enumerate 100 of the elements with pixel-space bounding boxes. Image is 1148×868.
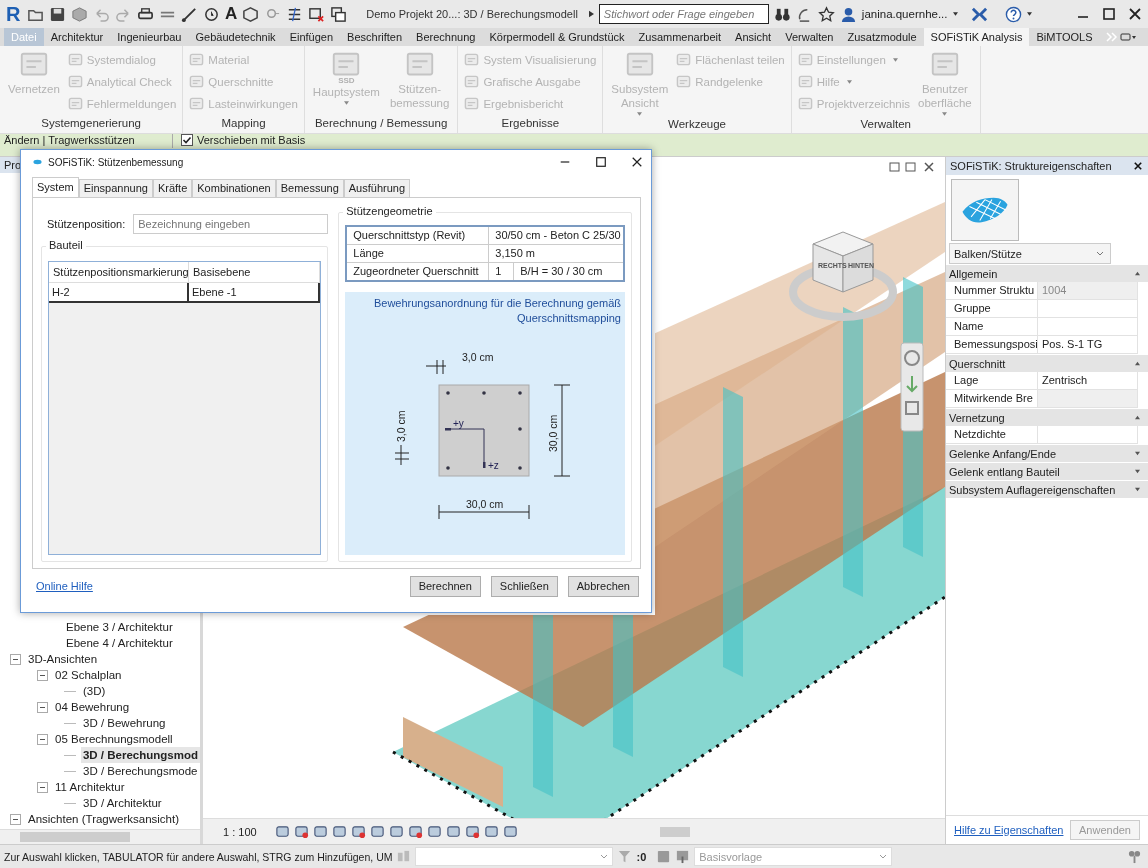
- scale-label[interactable]: 1 : 100: [223, 825, 271, 838]
- collapse-arrow-icon[interactable]: [1135, 361, 1140, 366]
- navigation-bar[interactable]: [900, 342, 924, 432]
- tree-item[interactable]: 3D / Berechungsmod: [80, 747, 200, 763]
- ribbon-tab[interactable]: Zusatzmodule: [840, 28, 924, 46]
- property-section-header[interactable]: Vernetzung: [946, 408, 1148, 426]
- type-dropdown[interactable]: Balken/Stütze: [949, 243, 1111, 264]
- ribbon-tab[interactable]: Berechnung: [409, 28, 483, 46]
- dialog-button[interactable]: Schließen: [490, 575, 558, 597]
- status-hint: Zur Auswahl klicken, TABULATOR für andere Auswahl, STRG zum Hinzufügen, UM: [4, 850, 393, 863]
- switch-windows-icon[interactable]: [330, 5, 348, 23]
- dialog-button[interactable]: Berechnen: [409, 575, 481, 597]
- collapse-toggle-icon[interactable]: [37, 781, 48, 793]
- collapse-toggle-icon[interactable]: [37, 669, 48, 681]
- tree-item[interactable]: 3D / Bewehrung: [81, 715, 168, 731]
- ribbon-tab[interactable]: Ansicht: [728, 28, 779, 46]
- collapse-arrow-icon[interactable]: [1135, 487, 1140, 492]
- tree-item[interactable]: 3D / Architektur: [81, 795, 164, 811]
- collapse-toggle-icon[interactable]: [10, 653, 21, 665]
- tree-item[interactable]: 3D-Ansichten: [26, 651, 100, 667]
- ribbon-tab[interactable]: Ingenieurbau: [110, 28, 189, 46]
- design-options-icon[interactable]: [675, 849, 691, 864]
- table-cell-text: B/H = 30 / 30 cm: [519, 264, 604, 279]
- collapse-toggle-icon[interactable]: [37, 701, 48, 713]
- property-section-header[interactable]: Querschnitt: [946, 354, 1148, 372]
- collapse-arrow-icon[interactable]: [1135, 451, 1140, 456]
- maximize-icon[interactable]: [595, 156, 607, 168]
- close-icon[interactable]: [631, 156, 643, 168]
- ribbon-tab[interactable]: Körpermodell & Grundstück: [482, 28, 632, 46]
- property-label: Gruppe: [946, 300, 1038, 317]
- caret-icon[interactable]: [952, 12, 958, 16]
- close-icon[interactable]: [1134, 162, 1142, 170]
- window-title: Demo Projekt 20...: 3D / Berechungsmodell: [366, 8, 578, 20]
- tree-item[interactable]: Ebene 4 / Architektur: [64, 635, 175, 651]
- axis-label: +y: [453, 418, 465, 429]
- star-icon[interactable]: [817, 5, 835, 23]
- help-icon[interactable]: [1004, 5, 1022, 23]
- position-field[interactable]: Bezeichnung eingeben: [133, 214, 329, 234]
- cube-icon[interactable]: [242, 5, 260, 23]
- close-icon[interactable]: [1128, 7, 1142, 21]
- property-label: Bemessungsposi: [946, 336, 1038, 353]
- ribbon-group-title: Werkzeuge: [667, 117, 727, 132]
- tree-item[interactable]: 11 Architektur: [53, 779, 127, 795]
- caret-icon[interactable]: [1026, 12, 1032, 16]
- collapse-toggle-icon[interactable]: [37, 733, 48, 745]
- collapse-arrow-icon[interactable]: [1135, 415, 1140, 420]
- tree-item[interactable]: 02 Schalplan: [53, 667, 124, 683]
- property-section-header[interactable]: Gelenke Anfang/Ende: [946, 444, 1148, 462]
- scrollbar[interactable]: [0, 829, 200, 844]
- user-name[interactable]: janina.quernhe...: [861, 8, 948, 20]
- help-link[interactable]: Hilfe zu Eigenschaften: [954, 824, 1064, 836]
- ribbon-tab[interactable]: Einfügen: [282, 28, 341, 46]
- expand-icon[interactable]: [588, 10, 594, 18]
- ribbon-tab[interactable]: BiMTOOLS: [1029, 28, 1100, 46]
- ribbon-tab[interactable]: Gebäudetechnik: [188, 28, 283, 46]
- close-windows-icon[interactable]: [308, 5, 326, 23]
- ribbon-tab[interactable]: Verwalten: [778, 28, 841, 46]
- search-field[interactable]: Stichwort oder Frage eingeben: [598, 4, 769, 24]
- property-section-header[interactable]: Subsystem Auflagereigenschaften: [946, 480, 1148, 498]
- dimension-label: 30,0 cm: [547, 414, 560, 452]
- dialog-tab[interactable]: Kräfte: [152, 179, 193, 197]
- measure-icon[interactable]: [181, 5, 198, 23]
- help-link[interactable]: Online Hilfe: [36, 580, 93, 592]
- user-icon[interactable]: [839, 5, 857, 23]
- property-section-header[interactable]: Gelenk entlang Bauteil: [946, 462, 1148, 480]
- tool-icon: [676, 74, 692, 89]
- view-window-controls-icon[interactable]: [889, 161, 937, 173]
- property-section-header[interactable]: Allgemein: [946, 264, 1148, 282]
- ribbon-tab[interactable]: Beschriften: [340, 28, 410, 46]
- table-cell[interactable]: Ebene -1: [189, 283, 321, 303]
- collapse-toggle-icon[interactable]: [10, 813, 21, 825]
- collapse-arrow-icon[interactable]: [1135, 469, 1140, 474]
- save-icon[interactable]: [49, 5, 66, 23]
- dialog-tab[interactable]: System: [32, 177, 79, 197]
- tree-item[interactable]: Ebene 3 / Architektur: [64, 619, 175, 635]
- ribbon-tab[interactable]: Architektur: [43, 28, 111, 46]
- dialog-tab[interactable]: Einspannung: [78, 179, 153, 197]
- dialog-button[interactable]: Abbrechen: [567, 575, 639, 597]
- property-value[interactable]: Zentrisch: [1038, 372, 1137, 389]
- collapse-arrow-icon[interactable]: [1135, 271, 1140, 276]
- app-logo[interactable]: R: [6, 2, 22, 26]
- property-value[interactable]: Pos. S-1 TG: [1038, 336, 1137, 353]
- text-tool-button[interactable]: A: [225, 4, 238, 24]
- tool-icon: [67, 52, 83, 67]
- maximize-icon[interactable]: [1102, 7, 1116, 21]
- base-checkbox[interactable]: Verschieben mit Basis: [181, 134, 306, 147]
- ribbon-tab[interactable]: Zusammenarbeit: [631, 28, 729, 46]
- more-tabs-icon[interactable]: [1105, 32, 1136, 42]
- tree-item[interactable]: 04 Bewehrung: [53, 699, 132, 715]
- dialog-tab[interactable]: Bemessung: [275, 179, 344, 197]
- dialog-tab[interactable]: Kombinationen: [192, 179, 276, 197]
- tree-item[interactable]: (3D): [81, 683, 108, 699]
- dialog-tab[interactable]: Ausführung: [343, 179, 411, 197]
- table-cell[interactable]: H-2: [49, 283, 189, 303]
- tree-item[interactable]: 05 Berechnungsmodell: [53, 731, 175, 747]
- tree-item[interactable]: Ansichten (Tragwerksansicht): [26, 811, 182, 827]
- filter-selection-icon[interactable]: [1127, 849, 1142, 864]
- ribbon-tab[interactable]: SOFiSTiK Analysis: [923, 28, 1030, 46]
- tree-item[interactable]: 3D / Berechungsmode: [81, 763, 200, 779]
- table-cell: Länge: [347, 245, 490, 262]
